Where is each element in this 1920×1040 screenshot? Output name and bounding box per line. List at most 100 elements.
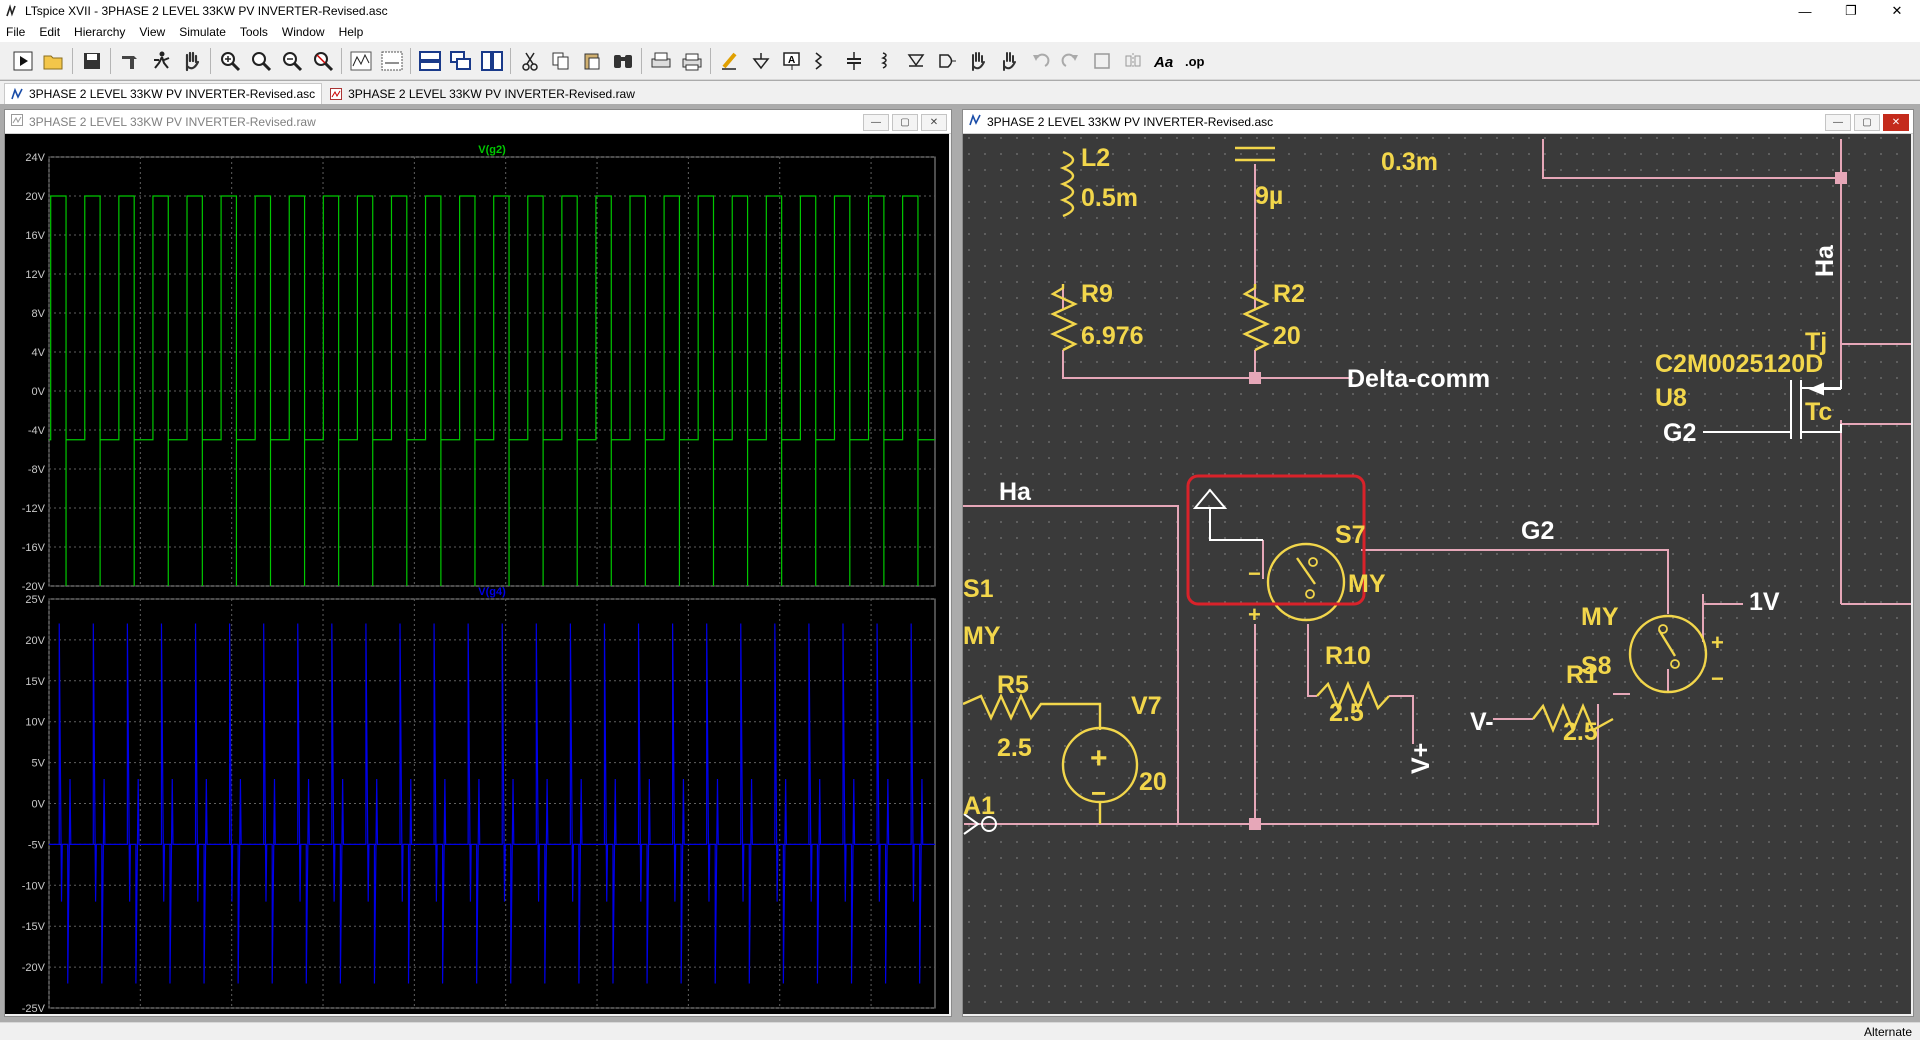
- menu-view[interactable]: View: [139, 25, 165, 39]
- tab-waveform-label: 3PHASE 2 LEVEL 33KW PV INVERTER-Revised.…: [348, 86, 635, 101]
- waveform-plot-area[interactable]: 24V 20V 16V 12V 8V 4V 0V -4V -8V -12V -16V -20V V(g2…: [5, 134, 949, 1014]
- title-bar: LTspice XVII - 3PHASE 2 LEVEL 33KW PV IN…: [0, 0, 1920, 22]
- menu-bar: File Edit Hierarchy View Simulate Tools …: [0, 22, 1920, 42]
- plot-frame: [48, 156, 936, 587]
- y-tick-label: 8V: [32, 308, 46, 320]
- tile-horizontal-icon[interactable]: [417, 48, 442, 74]
- schematic-window-titlebar[interactable]: 3PHASE 2 LEVEL 33KW PV INVERTER-Revised.…: [963, 110, 1913, 134]
- print-icon[interactable]: [679, 48, 704, 74]
- capacitor-icon[interactable]: [841, 48, 866, 74]
- waveform-minimize-button[interactable]: —: [863, 114, 889, 131]
- paste-icon[interactable]: [579, 48, 604, 74]
- schematic-window-title: 3PHASE 2 LEVEL 33KW PV INVERTER-Revised.…: [987, 114, 1274, 129]
- minimize-button[interactable]: —: [1782, 0, 1828, 22]
- text-icon[interactable]: Aa: [1151, 48, 1176, 74]
- zoom-out-icon[interactable]: [279, 48, 304, 74]
- waveform-window-titlebar[interactable]: 3PHASE 2 LEVEL 33KW PV INVERTER-Revised.…: [5, 110, 951, 134]
- toolbar-separator: [710, 47, 711, 74]
- zoom-fit-icon[interactable]: [310, 48, 335, 74]
- waveform-maximize-button[interactable]: ▢: [892, 114, 918, 131]
- y-tick-label: -20V: [22, 962, 46, 974]
- find-binoculars-icon[interactable]: [610, 48, 635, 74]
- cut-scissors-icon[interactable]: [517, 48, 542, 74]
- add-trace-icon[interactable]: [379, 48, 404, 74]
- menu-tools[interactable]: Tools: [240, 25, 268, 39]
- menu-file[interactable]: File: [6, 25, 25, 39]
- autorange-icon[interactable]: [348, 48, 373, 74]
- y-tick-label: -10V: [22, 880, 46, 892]
- menu-simulate[interactable]: Simulate: [179, 25, 226, 39]
- close-button[interactable]: ✕: [1874, 0, 1920, 22]
- y-tick-label: 20V: [25, 191, 45, 203]
- draw-wire-pencil-icon[interactable]: [717, 48, 742, 74]
- y-tick-label: 25V: [25, 594, 45, 606]
- schematic-close-button[interactable]: ✕: [1883, 114, 1909, 131]
- redo-icon[interactable]: [1058, 48, 1083, 74]
- x-tick-label: 240µs: [399, 1013, 430, 1014]
- schematic-canvas[interactable]: L2 0.5m 9µ 0.3m R9 6.976 R2 20 R5 2.5 V7…: [963, 134, 1911, 1014]
- menu-help[interactable]: Help: [339, 25, 364, 39]
- drag-hand-icon[interactable]: [996, 48, 1021, 74]
- open-folder-icon[interactable]: [41, 48, 66, 74]
- u8-ref: U8: [1655, 384, 1687, 412]
- menu-edit[interactable]: Edit: [39, 25, 60, 39]
- cascade-icon[interactable]: [448, 48, 473, 74]
- r1-value: 2.5: [1563, 718, 1598, 746]
- y-tick-label: -5V: [28, 839, 46, 851]
- spice-directive-icon[interactable]: .op: [1182, 48, 1207, 74]
- menu-window[interactable]: Window: [282, 25, 325, 39]
- toolbar-separator: [341, 47, 342, 74]
- r9-value: 6.976: [1081, 322, 1144, 350]
- menu-hierarchy[interactable]: Hierarchy: [74, 25, 125, 39]
- x-tick-label: 420µs: [673, 1013, 704, 1014]
- schematic-minimize-button[interactable]: —: [1825, 114, 1851, 131]
- resistor-icon[interactable]: [810, 48, 835, 74]
- print-setup-icon[interactable]: [648, 48, 673, 74]
- v7-ref: V7: [1131, 692, 1162, 720]
- svg-text:Aa: Aa: [1153, 54, 1173, 71]
- svg-text:.op: .op: [1185, 54, 1205, 69]
- y-tick-label: -20V: [22, 581, 46, 593]
- diode-icon[interactable]: [903, 48, 928, 74]
- inductor-icon[interactable]: [872, 48, 897, 74]
- copy-icon[interactable]: [548, 48, 573, 74]
- zoom-back-icon[interactable]: [248, 48, 273, 74]
- schematic-maximize-button[interactable]: ▢: [1854, 114, 1880, 131]
- status-bar: Alternate: [0, 1022, 1920, 1040]
- v7-minus: −: [1091, 778, 1106, 808]
- r2-ref: R2: [1273, 280, 1305, 308]
- y-tick-label: 5V: [32, 758, 46, 770]
- rotate-icon[interactable]: [1089, 48, 1114, 74]
- zoom-in-icon[interactable]: [217, 48, 242, 74]
- save-icon[interactable]: [79, 48, 104, 74]
- mirror-icon[interactable]: [1120, 48, 1145, 74]
- document-tab-bar: 3PHASE 2 LEVEL 33KW PV INVERTER-Revised.…: [0, 81, 1920, 104]
- label-net-icon[interactable]: A: [779, 48, 804, 74]
- component-icon[interactable]: [934, 48, 959, 74]
- y-tick-label: 4V: [32, 347, 46, 359]
- pan-hand-icon[interactable]: [179, 48, 204, 74]
- net-label-v-minus: V-: [1470, 708, 1494, 736]
- maximize-button[interactable]: ❐: [1828, 0, 1874, 22]
- run-halt-icon[interactable]: [148, 48, 173, 74]
- trace-line: [49, 623, 935, 984]
- tj-label: Tj: [1805, 328, 1827, 356]
- tab-schematic[interactable]: 3PHASE 2 LEVEL 33KW PV INVERTER-Revised.…: [4, 83, 323, 104]
- move-hand-icon[interactable]: [965, 48, 990, 74]
- ground-icon[interactable]: [748, 48, 773, 74]
- x-tick-label: 360µs: [582, 1013, 613, 1014]
- s7-model: MY: [1348, 570, 1386, 598]
- waveform-close-button[interactable]: ✕: [921, 114, 947, 131]
- r2-value: 20: [1273, 322, 1301, 350]
- y-tick-label: 0V: [32, 386, 46, 398]
- control-panel-hammer-icon[interactable]: [117, 48, 142, 74]
- s7-ref: S7: [1335, 521, 1366, 549]
- tile-vertical-icon[interactable]: [479, 48, 504, 74]
- x-tick-label: 60µs: [128, 1013, 153, 1014]
- run-icon[interactable]: [10, 48, 35, 74]
- net-label-1v: 1V: [1749, 588, 1780, 616]
- net-label-ha-right: Ha: [1811, 244, 1839, 277]
- undo-icon[interactable]: [1027, 48, 1052, 74]
- tab-waveform[interactable]: 3PHASE 2 LEVEL 33KW PV INVERTER-Revised.…: [324, 83, 641, 104]
- y-tick-label: -12V: [22, 503, 46, 515]
